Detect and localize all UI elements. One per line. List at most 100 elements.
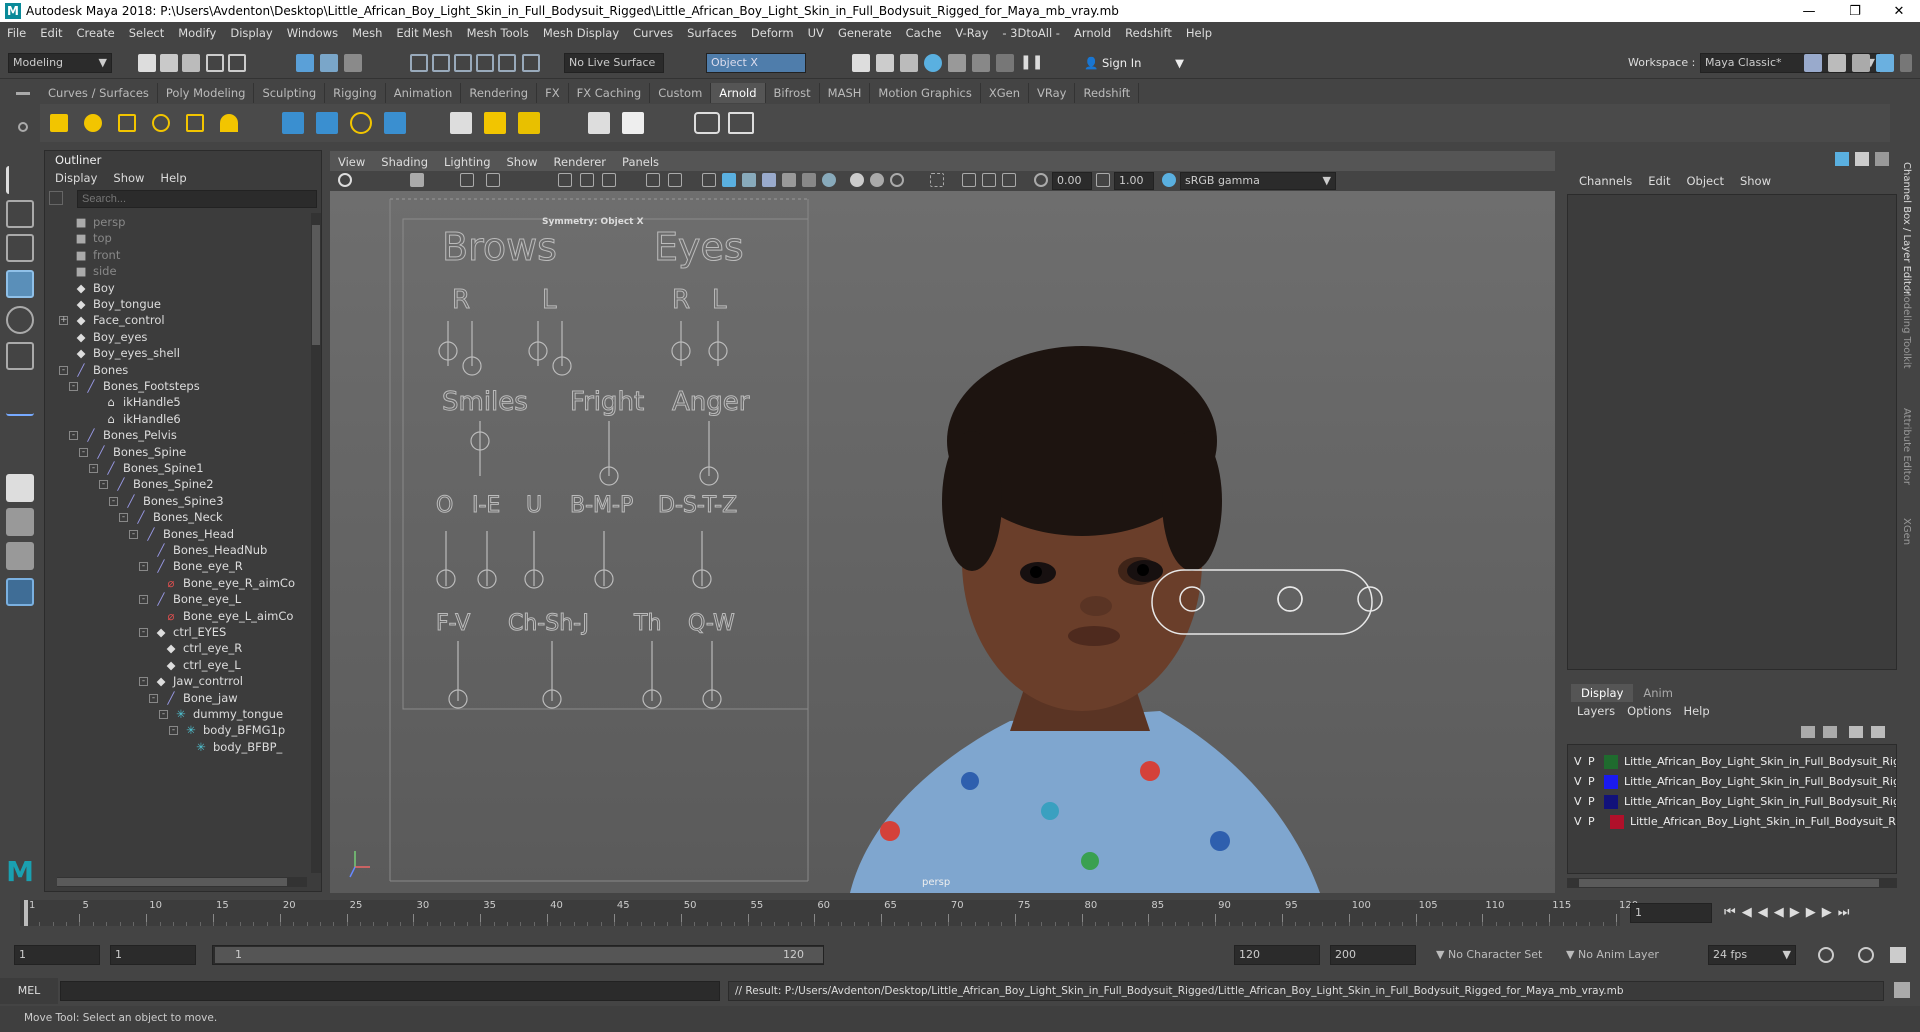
play-forward-icon[interactable]: ▶ — [1790, 905, 1806, 920]
menu-mesh-display[interactable]: Mesh Display — [536, 26, 626, 40]
anim-layer-dropdown[interactable]: ▼ No Anim Layer — [1566, 948, 1659, 961]
render-sequence-icon[interactable] — [876, 54, 894, 72]
expand-toggle-icon[interactable]: - — [109, 496, 118, 506]
playblast-icon[interactable] — [728, 112, 754, 134]
current-frame-field[interactable]: 1 — [1630, 903, 1712, 923]
shelf-tab-animation[interactable]: Animation — [386, 83, 462, 103]
expand-toggle-icon[interactable]: - — [129, 529, 138, 539]
shelf-tab-vray[interactable]: VRay — [1029, 83, 1076, 103]
layer-color-swatch[interactable] — [1610, 815, 1624, 829]
layer-menu-help[interactable]: Help — [1677, 704, 1715, 718]
outliner-item[interactable]: ✳ body_BFBP_ — [195, 738, 282, 757]
menu-edit[interactable]: Edit — [33, 26, 69, 40]
persp-outliner-icon[interactable] — [6, 542, 34, 570]
rotate-tool-icon[interactable] — [6, 306, 34, 334]
select-by-component-icon[interactable] — [344, 54, 362, 72]
expand-toggle-icon[interactable]: - — [139, 628, 148, 637]
smooth-shade-icon[interactable] — [722, 173, 736, 187]
menu-display[interactable]: Display — [223, 26, 279, 40]
vray-proxy-icon[interactable] — [282, 112, 304, 134]
wireframe-icon[interactable] — [702, 173, 716, 187]
viewport-menu-lighting[interactable]: Lighting — [436, 153, 498, 171]
animation-start-field[interactable]: 1 — [14, 945, 100, 965]
menu-generate[interactable]: Generate — [831, 26, 899, 40]
image-plane-icon[interactable] — [486, 173, 500, 187]
shelf-scroll[interactable] — [1890, 104, 1900, 142]
channel-box-menu-edit[interactable]: Edit — [1640, 174, 1678, 188]
shelf-tab-arnold[interactable]: Arnold — [711, 83, 766, 103]
shelf-tab-xgen[interactable]: XGen — [981, 83, 1029, 103]
shelf-tab-mash[interactable]: MASH — [820, 83, 871, 103]
expand-toggle-icon[interactable]: - — [139, 562, 148, 572]
playback-controls[interactable]: ⏮◀◀◀▶▶▶⏭ — [1724, 905, 1855, 920]
ipr-render-icon[interactable] — [900, 54, 918, 72]
safe-title-icon[interactable] — [668, 173, 682, 187]
script-editor-icon[interactable] — [1894, 982, 1910, 998]
redo-icon[interactable] — [228, 54, 246, 72]
eye-controller-l-2[interactable] — [1277, 586, 1303, 612]
step-forward-key-icon[interactable]: ▶ — [1822, 905, 1838, 920]
tool-settings-icon[interactable] — [1875, 152, 1889, 166]
xray-active-icon[interactable] — [982, 173, 996, 187]
range-slider-thumb[interactable]: 1 120 — [215, 947, 823, 963]
select-by-object-icon[interactable] — [320, 54, 338, 72]
layer-visibility-toggle[interactable]: V — [1574, 755, 1582, 768]
menu-modify[interactable]: Modify — [171, 26, 223, 40]
layer-playback-toggle[interactable]: P — [1588, 815, 1595, 828]
vray-material-icon[interactable] — [518, 112, 540, 134]
new-layer-icon[interactable] — [1871, 726, 1885, 738]
side-tab-channel-box-layer-editor[interactable]: Channel Box / Layer Editor — [1901, 162, 1912, 295]
menuset-dropdown[interactable]: Modeling ▼ — [8, 53, 112, 73]
select-by-hierarchy-icon[interactable] — [296, 54, 314, 72]
screen-space-ao-icon[interactable] — [822, 173, 836, 187]
maximize-button[interactable]: ❐ — [1832, 0, 1878, 22]
layer-playback-toggle[interactable]: P — [1588, 795, 1595, 808]
playback-start-field[interactable]: 1 — [110, 945, 196, 965]
modeling-toolkit-icon[interactable] — [1828, 54, 1846, 72]
side-tab-attribute-editor[interactable]: Attribute Editor — [1901, 408, 1912, 485]
current-time-marker[interactable] — [24, 900, 28, 926]
lasso-tool-icon[interactable] — [6, 200, 34, 228]
shelf-tab-fx[interactable]: FX — [537, 83, 569, 103]
expand-toggle-icon[interactable]: - — [69, 431, 78, 441]
menu-select[interactable]: Select — [122, 26, 171, 40]
outliner-menu-display[interactable]: Display — [47, 169, 105, 187]
script-language-toggle[interactable]: MEL — [0, 978, 58, 1004]
menu-edit-mesh[interactable]: Edit Mesh — [389, 26, 459, 40]
checker-icon[interactable] — [450, 112, 472, 134]
snap-vertex-icon[interactable] — [522, 54, 540, 72]
skydome-light-icon[interactable] — [152, 114, 170, 132]
time-ruler[interactable]: 1 5 10 15 20 25 30 35 40 45 50 55 60 65 70 75 80 85 90 95 10… — [20, 900, 1638, 926]
shelf-tab-rigging[interactable]: Rigging — [325, 83, 386, 103]
layer-hscroll-thumb[interactable] — [1579, 879, 1879, 887]
close-button[interactable]: ✕ — [1876, 0, 1920, 22]
layer-color-swatch[interactable] — [1604, 795, 1618, 809]
playback-end-field[interactable]: 120 — [1234, 945, 1320, 965]
step-back-key-icon[interactable]: ◀ — [1742, 905, 1758, 920]
point-light-icon[interactable] — [84, 114, 102, 132]
bookmark-icon[interactable] — [460, 173, 474, 187]
snap-surface-icon[interactable] — [498, 54, 516, 72]
gamma-icon[interactable] — [1096, 173, 1110, 187]
viewport-menu-shading[interactable]: Shading — [373, 153, 436, 171]
menu-redshift[interactable]: Redshift — [1118, 26, 1179, 40]
depth-of-field-icon[interactable] — [890, 173, 904, 187]
motion-blur-icon[interactable] — [850, 173, 864, 187]
fps-dropdown[interactable]: 24 fps ▼ — [1708, 945, 1796, 965]
layer-row[interactable]: V P Little_African_Boy_Light_Skin_in_Full_… — [1568, 753, 1896, 771]
vray-fur-icon[interactable] — [350, 112, 372, 134]
expand-toggle-icon[interactable]: - — [99, 480, 108, 490]
shelf-tab-poly-modeling[interactable]: Poly Modeling — [158, 83, 255, 103]
use-all-lights-icon[interactable] — [782, 173, 796, 187]
new-scene-icon[interactable] — [138, 54, 156, 72]
menu-surfaces[interactable]: Surfaces — [680, 26, 744, 40]
expand-toggle-icon[interactable]: - — [59, 365, 68, 375]
viewport-menu-panels[interactable]: Panels — [614, 153, 667, 171]
viewport-menu-renderer[interactable]: Renderer — [546, 153, 615, 171]
menu-create[interactable]: Create — [70, 26, 122, 40]
play-backward-icon[interactable]: ◀ — [1774, 905, 1790, 920]
channel-box-list[interactable] — [1567, 194, 1897, 670]
shelf-tab-bifrost[interactable]: Bifrost — [766, 83, 820, 103]
outliner-hscroll-thumb[interactable] — [57, 878, 287, 886]
layer-tab-display[interactable]: Display — [1571, 684, 1634, 702]
